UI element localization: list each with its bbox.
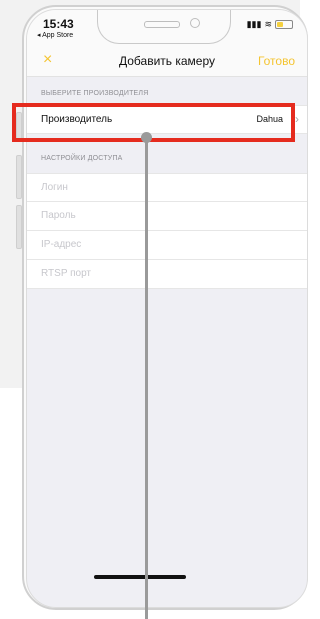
speaker-icon <box>144 21 180 28</box>
status-time: 15:43 <box>43 17 74 31</box>
password-field[interactable]: Пароль <box>27 202 307 231</box>
battery-icon <box>275 20 293 29</box>
done-button[interactable]: Готово <box>258 54 295 68</box>
login-placeholder: Логин <box>41 182 68 193</box>
front-camera-icon <box>190 18 200 28</box>
status-indicators: ▮▮▮ ≋ <box>247 19 293 30</box>
highlight-box <box>12 103 295 142</box>
navigation-bar: × Добавить камеру Готово <box>27 46 307 77</box>
password-placeholder: Пароль <box>41 210 76 221</box>
signal-icon: ▮▮▮ <box>246 19 262 29</box>
pointer-dot <box>141 132 152 143</box>
phone-notch <box>97 10 231 44</box>
back-to-app-store-link[interactable]: ◂ App Store <box>37 31 73 39</box>
home-indicator <box>94 575 186 579</box>
ip-address-field[interactable]: IP-адрес <box>27 231 307 260</box>
phone-screen: 15:43 ◂ App Store ▮▮▮ ≋ × Добавить камер… <box>26 9 308 608</box>
access-section-header: НАСТРОЙКИ ДОСТУПА <box>41 155 123 162</box>
chevron-right-icon: › <box>295 112 299 126</box>
manufacturer-section-header: ВЫБЕРИТЕ ПРОИЗВОДИТЕЛЯ <box>41 90 149 97</box>
rtsp-port-field[interactable]: RTSP порт <box>27 260 307 289</box>
ip-address-placeholder: IP-адрес <box>41 239 82 250</box>
wifi-icon: ≋ <box>264 19 272 29</box>
pointer-line <box>145 134 148 619</box>
rtsp-port-placeholder: RTSP порт <box>41 268 91 279</box>
login-field[interactable]: Логин <box>27 173 307 202</box>
